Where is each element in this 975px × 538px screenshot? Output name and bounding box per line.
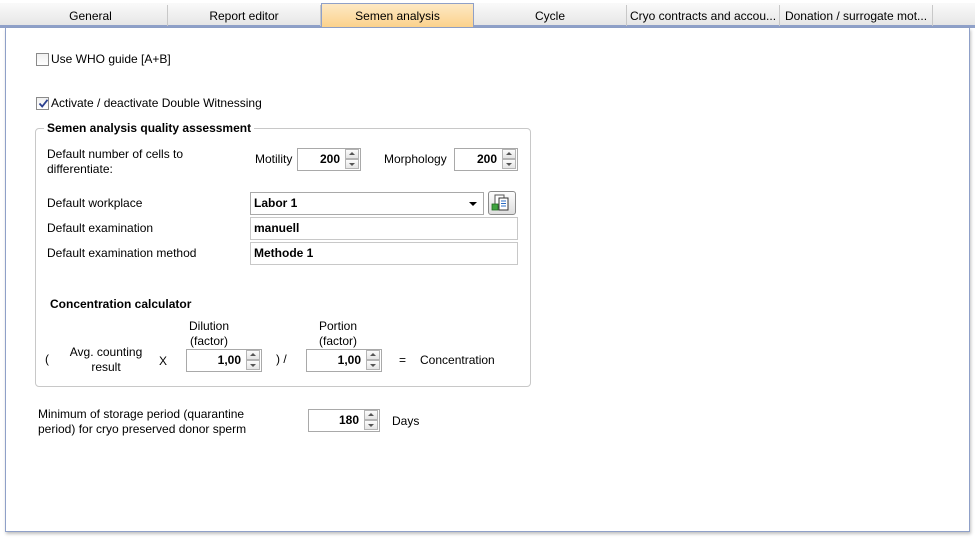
tab-bar: General Report editor Semen analysis Cyc… [0, 3, 975, 28]
arrow-down-icon [368, 424, 374, 427]
portion-label: Portion (factor) [318, 319, 358, 348]
morphology-label: Morphology [384, 152, 447, 166]
dilution-up-button[interactable] [246, 350, 260, 360]
dilution-value: 1,00 [217, 353, 241, 367]
storage-unit-label: Days [392, 414, 420, 428]
equals-sign: = [399, 353, 407, 367]
storage-period-stepper[interactable]: 180 [308, 409, 380, 432]
dilution-label: Dilution (factor) [188, 319, 230, 348]
portion-down-button[interactable] [366, 360, 380, 370]
morphology-down-button[interactable] [502, 159, 516, 169]
who-guide-checkbox[interactable] [36, 53, 49, 66]
check-mark-icon [38, 99, 49, 108]
morphology-stepper[interactable]: 200 [454, 148, 518, 171]
quality-assessment-title: Semen analysis quality assessment [44, 121, 255, 135]
motility-stepper[interactable]: 200 [297, 148, 361, 171]
arrow-down-icon [370, 364, 376, 367]
storage-up-button[interactable] [364, 410, 378, 420]
arrow-up-icon [368, 413, 374, 416]
dilution-stepper[interactable]: 1,00 [186, 349, 262, 372]
default-method-label: Default examination method [47, 246, 197, 260]
arrow-down-icon [506, 163, 512, 166]
chevron-down-icon [469, 202, 477, 206]
portion-up-button[interactable] [366, 350, 380, 360]
avg-counting-result-label: Avg. counting result [69, 345, 143, 374]
workplace-copy-button[interactable] [488, 191, 516, 215]
motility-down-button[interactable] [345, 159, 359, 169]
storage-period-label: Minimum of storage period (quarantine pe… [38, 407, 247, 436]
workplace-selected-value: Labor 1 [254, 196, 298, 210]
morphology-value: 200 [476, 152, 497, 166]
arrow-up-icon [250, 353, 256, 356]
settings-panel: Use WHO guide [A+B] Activate / deactivat… [5, 28, 970, 532]
double-witnessing-checkbox[interactable] [36, 97, 49, 110]
open-parenthesis: ( [45, 352, 49, 366]
who-guide-label: Use WHO guide [A+B] [51, 52, 171, 66]
morphology-up-button[interactable] [502, 149, 516, 159]
workplace-select[interactable]: Labor 1 [250, 192, 484, 215]
concentration-calculator-title: Concentration calculator [50, 297, 192, 311]
dilution-down-button[interactable] [246, 360, 260, 370]
method-field[interactable]: Methode 1 [250, 242, 518, 265]
tab-cryo-contracts[interactable]: Cryo contracts and accou... [627, 5, 780, 26]
motility-up-button[interactable] [345, 149, 359, 159]
arrow-down-icon [250, 364, 256, 367]
tab-report-editor[interactable]: Report editor [168, 5, 321, 26]
multiply-sign: X [159, 354, 168, 368]
tab-cycle[interactable]: Cycle [474, 5, 627, 26]
tab-donation-surrogate[interactable]: Donation / surrogate mot... [780, 5, 933, 26]
arrow-down-icon [349, 163, 355, 166]
default-examination-label: Default examination [47, 221, 154, 235]
tab-semen-analysis[interactable]: Semen analysis [321, 3, 474, 27]
arrow-up-icon [349, 152, 355, 155]
examination-field[interactable]: manuell [250, 217, 518, 240]
concentration-label: Concentration [420, 353, 495, 367]
tab-general[interactable]: General [14, 5, 168, 26]
portion-value: 1,00 [337, 353, 361, 367]
close-parenthesis-divide: ) / [276, 352, 287, 366]
arrow-up-icon [370, 353, 376, 356]
portion-stepper[interactable]: 1,00 [306, 349, 382, 372]
motility-label: Motility [255, 152, 293, 166]
cells-to-differentiate-label: Default number of cells to differentiate… [47, 147, 184, 176]
quality-assessment-group: Semen analysis quality assessment Defaul… [35, 121, 531, 387]
storage-period-value: 180 [338, 413, 359, 427]
motility-value: 200 [319, 152, 340, 166]
storage-down-button[interactable] [364, 420, 378, 430]
copy-document-icon [491, 194, 509, 211]
default-workplace-label: Default workplace [47, 196, 143, 210]
double-witnessing-label: Activate / deactivate Double Witnessing [51, 96, 262, 110]
arrow-up-icon [506, 152, 512, 155]
